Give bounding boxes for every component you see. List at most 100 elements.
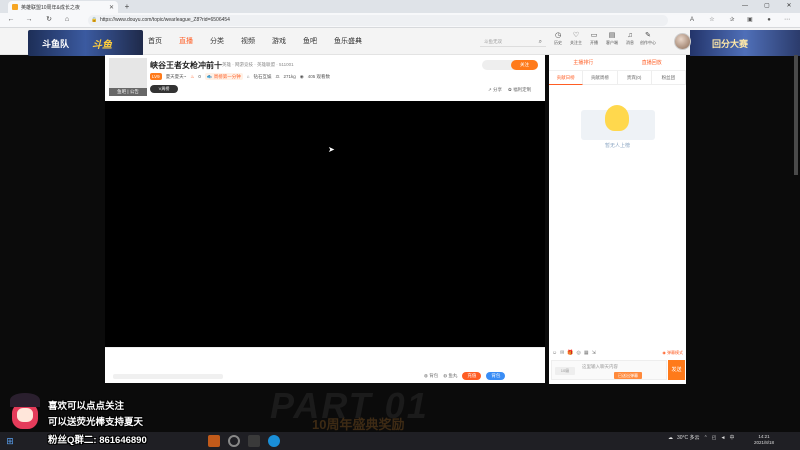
backpack-item[interactable]: ◍ 背包 [424, 373, 438, 379]
windows-start-icon[interactable]: ⊞ [4, 435, 16, 447]
replay-link[interactable]: 直播回放 [642, 59, 662, 66]
nav-fishbar[interactable]: 鱼吧 [303, 36, 317, 48]
more-menu-icon[interactable]: ⋯ [783, 16, 791, 24]
event-banner-left[interactable]: 斗鱼队 斗鱼 [28, 30, 143, 56]
broadcast-button[interactable]: ▭ 开播 [588, 31, 600, 46]
favorite-star-icon[interactable]: ☆ [708, 16, 716, 24]
maximize-button[interactable]: ▢ [756, 0, 778, 13]
browser-tab[interactable]: 英雄联盟10周年&成长之夜 ✕ [8, 1, 118, 13]
overlay-line-support: 可以送荧光棒支持夏天 [48, 417, 144, 428]
side-header: 主播排行 直播回放 [549, 55, 686, 71]
creator-center-button[interactable]: ✎ 创作中心 [640, 31, 656, 46]
share-icon: ↗ [488, 87, 492, 92]
fishball-icon: ◍ [443, 373, 448, 378]
tab-daily-rank[interactable]: 贡献日榜 [549, 71, 584, 85]
hot-icon: ♨ [190, 73, 195, 79]
barrage-mode-toggle[interactable]: ◉ 弹幕模式 [662, 350, 683, 356]
url-field[interactable]: 🔒 https://www.douyu.com/topic/wearleague… [88, 15, 668, 26]
close-window-button[interactable]: ✕ [778, 0, 800, 13]
nav-home[interactable]: 首页 [148, 36, 162, 48]
window-controls: — ▢ ✕ [734, 0, 800, 13]
taskbar-app-2-icon[interactable] [228, 435, 240, 447]
ime-indicator[interactable]: 中 [729, 434, 734, 441]
rank-tabs: 贡献日榜 贡献周榜 贵宾(0) 粉丝团 [549, 71, 686, 85]
douyu-favicon-icon [12, 4, 18, 10]
site-search-input[interactable]: 斗鱼无双 ⌕ [480, 37, 546, 47]
chat-input[interactable]: 10级 这里输入聊天内容 已送出弹幕 [551, 360, 667, 380]
taskbar-app-3-icon[interactable] [248, 435, 260, 447]
room-tags-row: LV9 夏天夏天~ ♨ 0 🐟 周榜第一分钟 ⌂ 钻石互娱 ⚖ 271kg ◉ … [150, 73, 330, 80]
close-tab-icon[interactable]: ✕ [109, 4, 114, 11]
tab-vip[interactable]: 贵宾(0) [617, 71, 652, 85]
emoji-icon[interactable]: ☺ [552, 350, 557, 356]
expand-icon[interactable]: ⇲ [592, 350, 596, 356]
target-icon[interactable]: ◎ [577, 350, 581, 356]
video-player[interactable] [105, 101, 545, 347]
ceremony-banner-text: 10周年盛典奖励 [312, 417, 405, 432]
share-link[interactable]: ↗ 分享 [488, 87, 502, 93]
streamer-avatar-icon [6, 393, 44, 431]
back-icon[interactable]: ← [6, 15, 16, 25]
welfare-link[interactable]: ✿ 福利定制 [508, 87, 531, 93]
send-button[interactable]: 发送 [668, 360, 685, 380]
user-avatar[interactable] [674, 33, 691, 50]
anchor-rank-link[interactable]: 主播排行 [573, 59, 593, 66]
nav-games[interactable]: 游戏 [272, 36, 286, 48]
guild-name[interactable]: 钻石互娱 [253, 74, 271, 80]
video-rank-badge[interactable]: V周榜 [150, 85, 178, 93]
minimize-button[interactable]: — [734, 0, 756, 13]
backpack-button[interactable]: 背包 [486, 372, 506, 380]
taskbar-clock[interactable]: 14:21 2021/8/18 [754, 434, 774, 446]
history-button[interactable]: ◷ 历史 [552, 31, 564, 46]
volume-icon[interactable]: ◄ [721, 435, 726, 441]
new-tab-button[interactable]: + [122, 1, 132, 12]
room-category[interactable]: 英雄 · 网游竞技 · 英雄联盟 · 511001 [222, 62, 294, 68]
network-icon[interactable]: ◰ [712, 435, 717, 441]
douyu-logo: 斗鱼 [92, 40, 112, 51]
client-button[interactable]: ▤ 客户端 [606, 31, 618, 46]
collections-icon[interactable]: ▣ [746, 16, 754, 24]
lock-icon: 🔒 [91, 17, 98, 23]
thumbnail-label[interactable]: 鱼吧 | 公告 [109, 88, 147, 96]
home-icon[interactable]: ⌂ [62, 15, 72, 25]
follow-icon: ♡ [572, 32, 580, 39]
rank-tag[interactable]: 🐟 周榜第一分钟 [204, 73, 243, 80]
broadcast-icon: ▭ [590, 32, 598, 39]
nav-live[interactable]: 直播 [179, 36, 193, 48]
tab-weekly-rank[interactable]: 贡献周榜 [583, 71, 618, 85]
translate-icon[interactable]: A [688, 16, 696, 24]
follow-button[interactable]: 关注 [511, 60, 538, 70]
weather-text[interactable]: 30°C 多云 [677, 434, 700, 441]
streamer-name[interactable]: 夏天夏天~ [166, 74, 187, 80]
nav-video[interactable]: 视频 [241, 36, 255, 48]
weight-value: 271kg [283, 74, 296, 79]
page-scrollbar[interactable] [794, 55, 798, 175]
gift-tool-icon[interactable]: 🎁 [567, 350, 573, 356]
bell-icon: ♫ [627, 32, 633, 39]
grid-icon[interactable]: ▦ [584, 350, 589, 356]
main-nav: 首页 直播 分类 视频 游戏 鱼吧 鱼乐盛典 [148, 36, 362, 48]
edge-browser-icon[interactable] [268, 435, 280, 447]
tray-chevron-icon[interactable]: ⌃ [704, 435, 708, 441]
clock-date: 2021/8/18 [754, 440, 775, 445]
favorites-icon[interactable]: ✰ [728, 16, 736, 24]
mail-icon[interactable]: ✉ [560, 350, 564, 356]
notifications-button[interactable]: ♫ 消息 [624, 31, 636, 46]
fishball-item[interactable]: ◍ 鱼丸 [443, 373, 457, 379]
event-banner-right[interactable]: 回分大赛 [690, 30, 800, 56]
overlay-line-group: 粉丝Q群二: 861646890 [48, 435, 147, 446]
recharge-button[interactable]: 充值 [462, 372, 482, 380]
search-icon[interactable]: ⌕ [539, 37, 542, 47]
profile-icon[interactable]: ● [765, 16, 773, 24]
nav-category[interactable]: 分类 [210, 36, 224, 48]
follow-button[interactable]: ♡ 关注主 [570, 31, 582, 46]
forward-icon[interactable]: → [24, 15, 34, 25]
tab-fans[interactable]: 粉丝团 [651, 71, 686, 85]
creator-icon: ✎ [645, 32, 651, 39]
barrage-tag: 已送出弹幕 [614, 372, 642, 379]
refresh-icon[interactable]: ↻ [44, 15, 54, 25]
taskbar-app-1-icon[interactable] [208, 435, 220, 447]
nav-gala[interactable]: 鱼乐盛典 [334, 36, 362, 48]
viewer-icon: ◉ [299, 73, 304, 79]
group-number: 861646890 [99, 435, 147, 446]
